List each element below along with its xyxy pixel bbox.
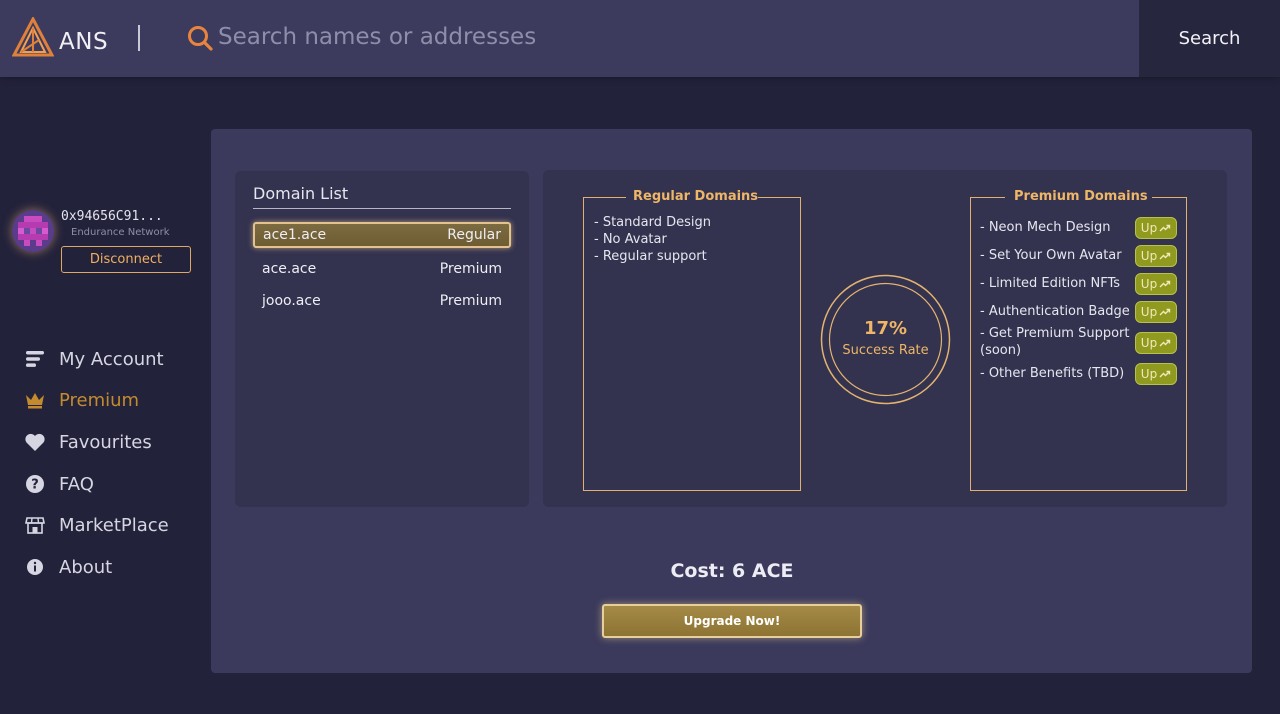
sidebar-item-faq[interactable]: ? FAQ: [22, 469, 94, 499]
ans-logo-icon[interactable]: [12, 17, 54, 59]
regular-domains-title: Regular Domains: [633, 189, 759, 204]
success-rate-label: Success Rate: [842, 343, 929, 358]
badge-label: Up: [1140, 367, 1158, 381]
success-rate-value: 17%: [863, 318, 908, 339]
sidebar-item-favourites[interactable]: Favourites: [22, 427, 152, 457]
trend-up-icon: [1159, 224, 1171, 232]
heart-icon: [22, 431, 48, 453]
feature-item: - Regular support: [594, 249, 707, 264]
svg-text:?: ?: [31, 478, 39, 493]
domain-list-divider: [253, 208, 511, 209]
sidebar-item-label: About: [59, 556, 113, 578]
sidebar-item-marketplace[interactable]: MarketPlace: [22, 510, 169, 540]
upgrade-badge[interactable]: Up: [1135, 363, 1177, 385]
premium-feature-item: - Limited Edition NFTs: [980, 276, 1121, 291]
regular-features-list: - Standard Design - No Avatar - Regular …: [594, 214, 711, 265]
premium-feature-item: - Authentication Badge: [980, 304, 1130, 319]
badge-label: Up: [1140, 336, 1158, 350]
store-icon: [22, 514, 48, 536]
success-rate-ring: [820, 274, 951, 405]
wallet-address: 0x94656C91...: [61, 209, 163, 224]
domain-type: Premium: [439, 293, 502, 309]
domain-type: Regular: [447, 227, 501, 243]
top-header: ANS Search: [0, 0, 1280, 77]
avatar: [12, 210, 54, 252]
premium-feature-item: - Set Your Own Avatar: [980, 248, 1122, 263]
logo-text[interactable]: ANS: [59, 29, 108, 55]
sidebar-item-label: Favourites: [59, 431, 152, 453]
domain-name: jooo.ace: [262, 293, 321, 309]
disconnect-button[interactable]: Disconnect: [61, 246, 191, 273]
badge-label: Up: [1140, 249, 1158, 263]
domain-row[interactable]: jooo.ace Premium: [253, 288, 511, 314]
upgrade-now-button[interactable]: Upgrade Now!: [602, 604, 862, 638]
sidebar-item-label: Premium: [59, 389, 140, 411]
trend-up-icon: [1159, 370, 1171, 378]
premium-domains-title: Premium Domains: [1014, 189, 1148, 204]
domain-name: ace.ace: [262, 261, 317, 277]
feature-item: - No Avatar: [594, 232, 667, 247]
sidebar-item-label: MarketPlace: [59, 514, 169, 536]
feature-item: - Standard Design: [594, 215, 711, 230]
sidebar-item-my-account[interactable]: My Account: [22, 344, 164, 374]
trend-up-icon: [1159, 252, 1171, 260]
domain-name: ace1.ace: [263, 227, 327, 243]
premium-feature-item: - Get Premium Support (soon): [980, 326, 1130, 358]
trend-up-icon: [1159, 280, 1171, 288]
search-input[interactable]: [218, 18, 1098, 56]
badge-label: Up: [1140, 277, 1158, 291]
info-icon: [22, 556, 48, 578]
upgrade-badge[interactable]: Up: [1135, 273, 1177, 295]
trend-up-icon: [1159, 339, 1171, 347]
trend-up-icon: [1159, 308, 1171, 316]
sidebar-item-premium[interactable]: Premium: [22, 385, 139, 415]
domain-type: Premium: [439, 261, 502, 277]
domain-row[interactable]: ace.ace Premium: [253, 256, 511, 282]
upgrade-badge[interactable]: Up: [1135, 301, 1177, 323]
sidebar-item-about[interactable]: About: [22, 552, 112, 582]
domain-list-title: Domain List: [253, 184, 349, 203]
premium-feature-item: - Other Benefits (TBD): [980, 366, 1125, 381]
sidebar-item-label: My Account: [59, 348, 164, 370]
menu-lines-icon: [22, 348, 48, 370]
sidebar-item-label: FAQ: [59, 473, 94, 495]
premium-feature-item: - Neon Mech Design: [980, 220, 1111, 235]
cost-text: Cost: 6 ACE: [670, 560, 794, 582]
badge-label: Up: [1140, 305, 1158, 319]
search-button[interactable]: Search: [1139, 0, 1280, 77]
domain-row[interactable]: ace1.ace Regular: [253, 222, 511, 248]
question-icon: ?: [22, 473, 48, 495]
upgrade-badge[interactable]: Up: [1135, 332, 1177, 354]
crown-icon: [22, 389, 48, 411]
upgrade-badge[interactable]: Up: [1135, 245, 1177, 267]
upgrade-badge[interactable]: Up: [1135, 217, 1177, 239]
badge-label: Up: [1140, 221, 1158, 235]
search-icon: [188, 26, 213, 51]
wallet-network: Endurance Network: [71, 227, 170, 238]
header-divider: [138, 25, 140, 51]
